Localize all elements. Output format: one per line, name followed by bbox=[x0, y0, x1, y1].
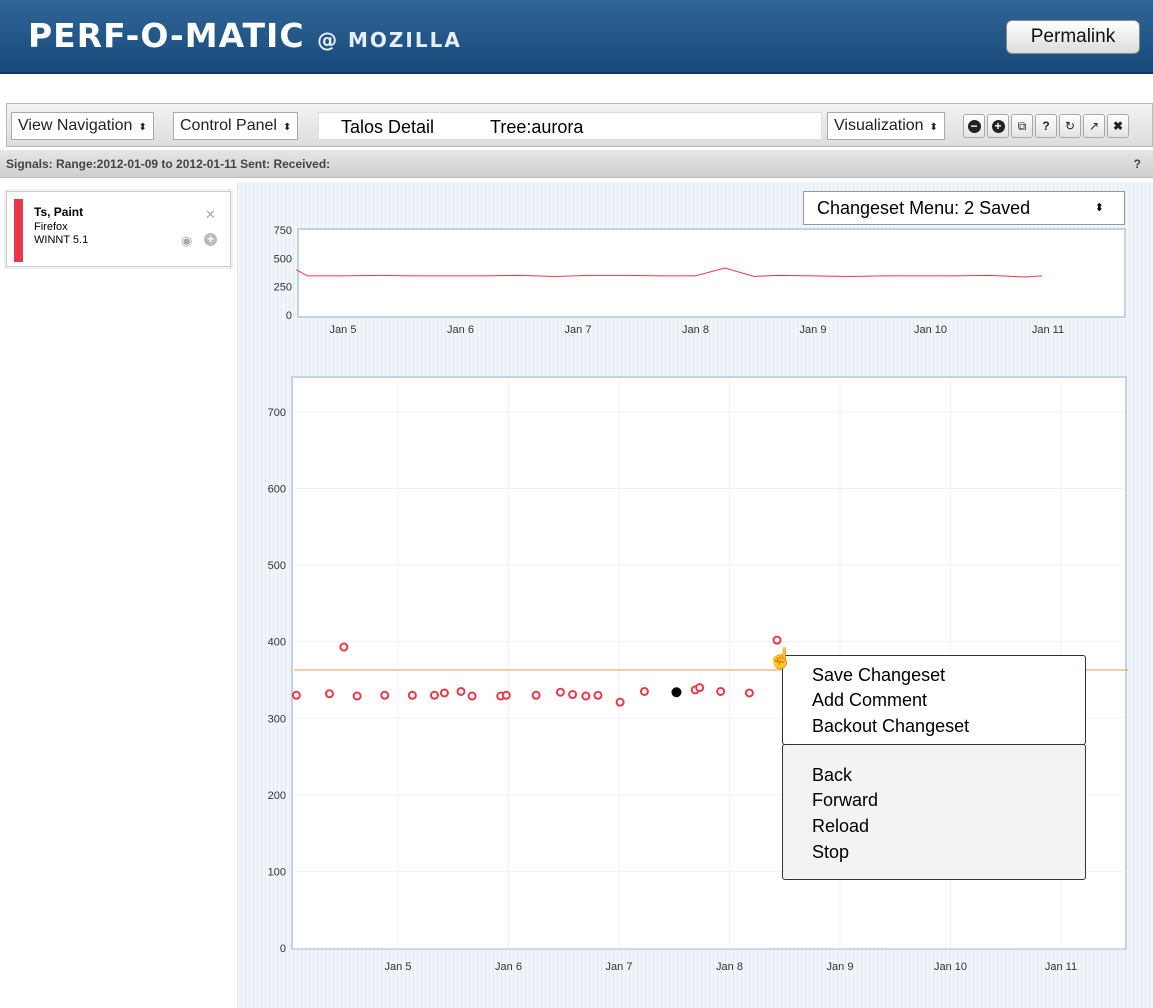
detail-y-tick-label: 600 bbox=[268, 484, 286, 496]
detail-data-point bbox=[352, 691, 362, 701]
detail-y-tick-label: 0 bbox=[280, 943, 286, 955]
detail-data-point bbox=[456, 686, 466, 696]
detail-data-point bbox=[439, 688, 449, 698]
detail-data-point bbox=[429, 690, 439, 700]
menu-item-save-changeset[interactable]: Save Changeset bbox=[812, 665, 945, 686]
detail-x-tick-label: Jan 10 bbox=[934, 961, 967, 973]
chevron-updown-icon: ⬍ bbox=[1094, 202, 1104, 214]
menu-item-backout-changeset[interactable]: Backout Changeset bbox=[812, 716, 969, 737]
overview-x-tick-label: Jan 5 bbox=[330, 324, 357, 336]
detail-y-tick-label: 500 bbox=[268, 560, 286, 572]
detail-x-tick-label: Jan 6 bbox=[495, 961, 522, 973]
context-menu-changeset: Save Changeset Add Comment Backout Chang… bbox=[782, 655, 1086, 745]
overview-plot-frame bbox=[297, 228, 1126, 318]
menu-item-forward[interactable]: Forward bbox=[812, 790, 878, 811]
detail-x-tick-label: Jan 8 bbox=[716, 961, 743, 973]
detail-data-point bbox=[772, 635, 782, 645]
detail-data-point bbox=[555, 687, 565, 697]
detail-data-point bbox=[744, 688, 754, 698]
detail-data-point bbox=[501, 690, 511, 700]
overview-y-tick-label: 500 bbox=[274, 253, 292, 265]
detail-data-point bbox=[615, 697, 625, 707]
detail-x-tick-label: Jan 11 bbox=[1045, 961, 1077, 973]
menu-item-stop[interactable]: Stop bbox=[812, 842, 849, 863]
detail-y-tick-label: 300 bbox=[268, 713, 286, 725]
detail-data-point bbox=[324, 689, 334, 699]
detail-data-point bbox=[593, 690, 603, 700]
changeset-menu-dropdown[interactable]: Changeset Menu: 2 Saved ⬍ bbox=[803, 191, 1125, 225]
detail-data-point bbox=[716, 686, 726, 696]
detail-data-point bbox=[407, 690, 417, 700]
detail-data-point bbox=[695, 683, 705, 693]
overview-x-tick-label: Jan 9 bbox=[800, 324, 827, 336]
detail-data-point bbox=[467, 691, 477, 701]
overview-y-tick-label: 750 bbox=[274, 225, 292, 237]
detail-y-tick-label: 200 bbox=[268, 790, 286, 802]
overview-chart[interactable]: Jan 5 Jan 6 Jan 7 Jan 8 Jan 9 Jan 10 Jan 11 0 25… bbox=[274, 225, 1126, 336]
changeset-menu-label: Changeset Menu: 2 Saved bbox=[817, 198, 1031, 218]
overview-x-tick-label: Jan 10 bbox=[914, 324, 947, 336]
detail-y-tick-label: 100 bbox=[268, 866, 286, 878]
overview-x-tick-label: Jan 7 bbox=[565, 324, 592, 336]
detail-data-point bbox=[568, 690, 578, 700]
hand-cursor-icon: ☝ bbox=[768, 648, 793, 670]
detail-x-tick-label: Jan 9 bbox=[827, 961, 854, 973]
detail-data-point bbox=[291, 690, 301, 700]
detail-data-point bbox=[639, 686, 649, 696]
menu-item-reload[interactable]: Reload bbox=[812, 816, 869, 837]
detail-y-tick-label: 400 bbox=[268, 637, 286, 649]
overview-x-tick-label: Jan 8 bbox=[682, 324, 709, 336]
detail-selected-point bbox=[671, 687, 682, 698]
detail-data-point bbox=[581, 691, 591, 701]
overview-y-tick-label: 0 bbox=[286, 310, 292, 322]
detail-data-point bbox=[380, 690, 390, 700]
detail-y-tick-label: 700 bbox=[268, 407, 286, 419]
detail-data-point bbox=[339, 642, 349, 652]
detail-x-tick-label: Jan 5 bbox=[385, 961, 412, 973]
overview-y-tick-label: 250 bbox=[274, 282, 292, 294]
detail-data-point bbox=[531, 690, 541, 700]
overview-x-tick-label: Jan 6 bbox=[447, 324, 474, 336]
detail-x-tick-label: Jan 7 bbox=[606, 961, 633, 973]
context-menu-browser: Back Forward Reload Stop bbox=[782, 744, 1086, 880]
menu-item-add-comment[interactable]: Add Comment bbox=[812, 690, 927, 711]
menu-item-back[interactable]: Back bbox=[812, 765, 852, 786]
overview-x-tick-label: Jan 11 bbox=[1032, 324, 1064, 336]
